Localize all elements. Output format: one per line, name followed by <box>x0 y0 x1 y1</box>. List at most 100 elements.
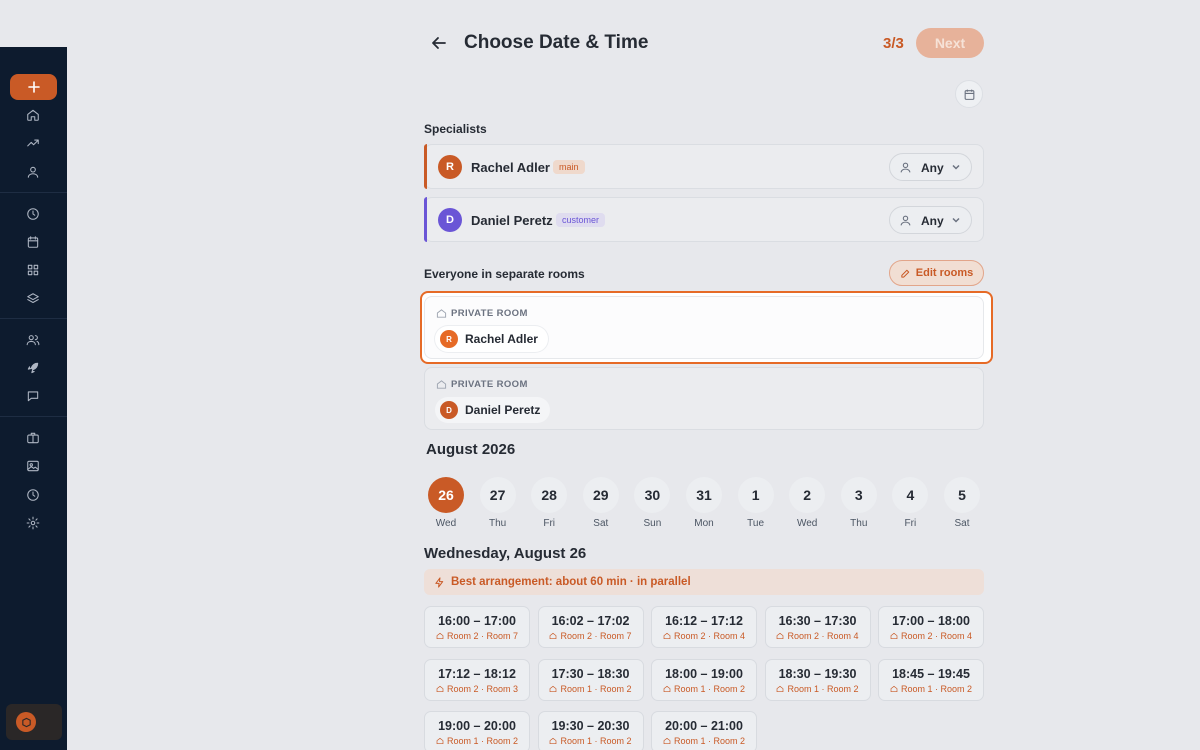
time-slot[interactable]: 18:00 – 19:00 Room 1 · Room 2 <box>651 658 757 701</box>
time-slot[interactable]: 16:30 – 17:30 Room 2 · Room 4 <box>764 606 871 648</box>
member-chip[interactable]: R Rachel Adler <box>435 326 548 352</box>
house-icon <box>890 632 898 639</box>
time-slot[interactable]: 19:00 – 20:00 Room 1 · Room 2 <box>424 711 530 750</box>
filter-value: Any <box>921 214 944 228</box>
slot-rooms: Room 1 · Room 2 <box>539 736 643 746</box>
chevron-down-icon <box>952 217 960 223</box>
day-26[interactable]: 26 Wed <box>427 477 465 529</box>
time-slot[interactable]: 18:30 – 19:30 Room 1 · Room 2 <box>764 658 871 701</box>
time-slot[interactable]: 17:00 – 18:00 Room 2 · Room 4 <box>878 606 984 648</box>
users-icon[interactable] <box>24 331 42 349</box>
time-slot[interactable]: 20:00 – 21:00 Room 1 · Room 2 <box>651 711 757 750</box>
message-icon[interactable] <box>24 387 42 405</box>
house-icon <box>777 685 784 692</box>
time-slot[interactable]: 19:30 – 20:30 Room 1 · Room 2 <box>537 711 644 750</box>
briefcase-icon[interactable] <box>24 429 42 447</box>
slot-time: 20:00 – 21:00 <box>665 719 743 733</box>
specialist-name: Daniel Peretz <box>471 213 553 228</box>
sidebar <box>0 47 67 750</box>
step-indicator: 3/3 <box>883 35 904 52</box>
specialist-name: Rachel Adler <box>471 160 550 175</box>
slot-time: 16:02 – 17:02 <box>551 614 630 628</box>
history-icon[interactable] <box>24 486 42 504</box>
slot-rooms: Room 2 · Room 7 <box>425 631 529 641</box>
avatar: R <box>440 330 458 348</box>
day-number: 4 <box>892 477 929 513</box>
day-27[interactable]: 27 Thu <box>479 477 517 529</box>
avatar: R <box>438 155 462 179</box>
calendar-icon[interactable] <box>24 233 42 251</box>
house-icon <box>663 737 671 744</box>
house-icon <box>777 632 784 639</box>
specialist-card[interactable]: R Rachel Adler main Any <box>424 144 984 189</box>
calendar-picker-button[interactable] <box>955 80 983 108</box>
specialist-filter-dropdown[interactable]: Any <box>889 206 972 234</box>
settings-icon[interactable] <box>24 514 42 532</box>
role-badge: customer <box>556 213 606 227</box>
time-slot[interactable]: 16:02 – 17:02 Room 2 · Room 7 <box>537 606 644 648</box>
weekday-label: Sat <box>593 518 609 529</box>
day-number: 3 <box>840 477 877 513</box>
slot-rooms: Room 1 · Room 2 <box>425 736 529 746</box>
role-badge: main <box>553 160 585 174</box>
house-icon <box>890 685 898 692</box>
time-slot[interactable]: 16:00 – 17:00 Room 2 · Room 7 <box>424 606 530 648</box>
specialist-card[interactable]: D Daniel Peretz customer Any <box>424 197 984 242</box>
house-icon <box>663 685 671 692</box>
sidebar-divider <box>0 318 67 319</box>
specialist-filter-dropdown[interactable]: Any <box>889 153 972 181</box>
day-number: 27 <box>479 477 516 513</box>
rooms-heading: Everyone in separate rooms <box>424 267 585 281</box>
day-number: 30 <box>634 477 671 513</box>
slot-time: 16:12 – 17:12 <box>665 614 743 628</box>
day-5[interactable]: 5 Sat <box>943 477 981 529</box>
time-slot[interactable]: 18:45 – 19:45 Room 1 · Room 2 <box>878 658 984 701</box>
day-28[interactable]: 28 Fri <box>530 477 568 529</box>
member-chip[interactable]: D Daniel Peretz <box>435 397 551 423</box>
slot-time: 18:45 – 19:45 <box>892 666 970 681</box>
day-31[interactable]: 31 Mon <box>685 477 723 529</box>
room-card[interactable]: PRIVATE ROOM D Daniel Peretz <box>424 367 984 430</box>
trending-icon[interactable] <box>24 134 42 152</box>
filter-value: Any <box>921 161 944 175</box>
rocket-icon[interactable] <box>24 359 42 377</box>
slot-time: 16:30 – 17:30 <box>778 614 857 628</box>
day-30[interactable]: 30 Sun <box>633 477 671 529</box>
sidebar-divider <box>0 192 67 193</box>
edit-rooms-button[interactable]: Edit rooms <box>889 260 984 286</box>
avatar: D <box>438 208 462 232</box>
slot-time: 19:00 – 20:00 <box>438 719 516 733</box>
day-2[interactable]: 2 Wed <box>788 477 826 529</box>
slot-rooms-text: Room 1 · Room 2 <box>446 736 519 746</box>
accent-bar <box>424 197 427 242</box>
user-icon[interactable] <box>24 163 42 181</box>
time-slot[interactable]: 16:12 – 17:12 Room 2 · Room 4 <box>651 606 757 648</box>
day-number: 31 <box>686 477 722 513</box>
calendar-icon <box>964 89 974 100</box>
day-29[interactable]: 29 Sat <box>582 477 620 529</box>
slot-rooms: Room 2 · Room 4 <box>879 631 983 641</box>
pencil-icon <box>901 269 909 278</box>
weekday-label: Wed <box>435 518 457 529</box>
grid-icon[interactable] <box>24 261 42 279</box>
next-button[interactable]: Next <box>916 28 984 58</box>
page-title: Choose Date & Time <box>464 32 649 53</box>
image-icon[interactable] <box>24 457 42 475</box>
chevron-down-icon <box>952 164 960 170</box>
add-button[interactable] <box>10 74 57 100</box>
day-4[interactable]: 4 Fri <box>891 477 929 529</box>
home-icon[interactable] <box>24 106 42 124</box>
time-slot[interactable]: 17:12 – 18:12 Room 2 · Room 3 <box>424 658 530 701</box>
slot-rooms-text: Room 2 · Room 4 <box>900 631 973 641</box>
clock-icon[interactable] <box>24 205 42 223</box>
weekday-label: Tue <box>747 518 765 529</box>
room-card[interactable]: PRIVATE ROOM R Rachel Adler <box>424 296 984 359</box>
day-3[interactable]: 3 Thu <box>840 477 878 529</box>
day-1[interactable]: 1 Tue <box>737 477 775 529</box>
layers-icon[interactable] <box>24 290 42 308</box>
workspace-switcher[interactable] <box>6 704 62 740</box>
logo-icon <box>16 712 36 732</box>
back-arrow-icon[interactable] <box>430 34 448 52</box>
time-slot[interactable]: 17:30 – 18:30 Room 1 · Room 2 <box>537 658 644 701</box>
day-number: 26 <box>428 477 464 513</box>
